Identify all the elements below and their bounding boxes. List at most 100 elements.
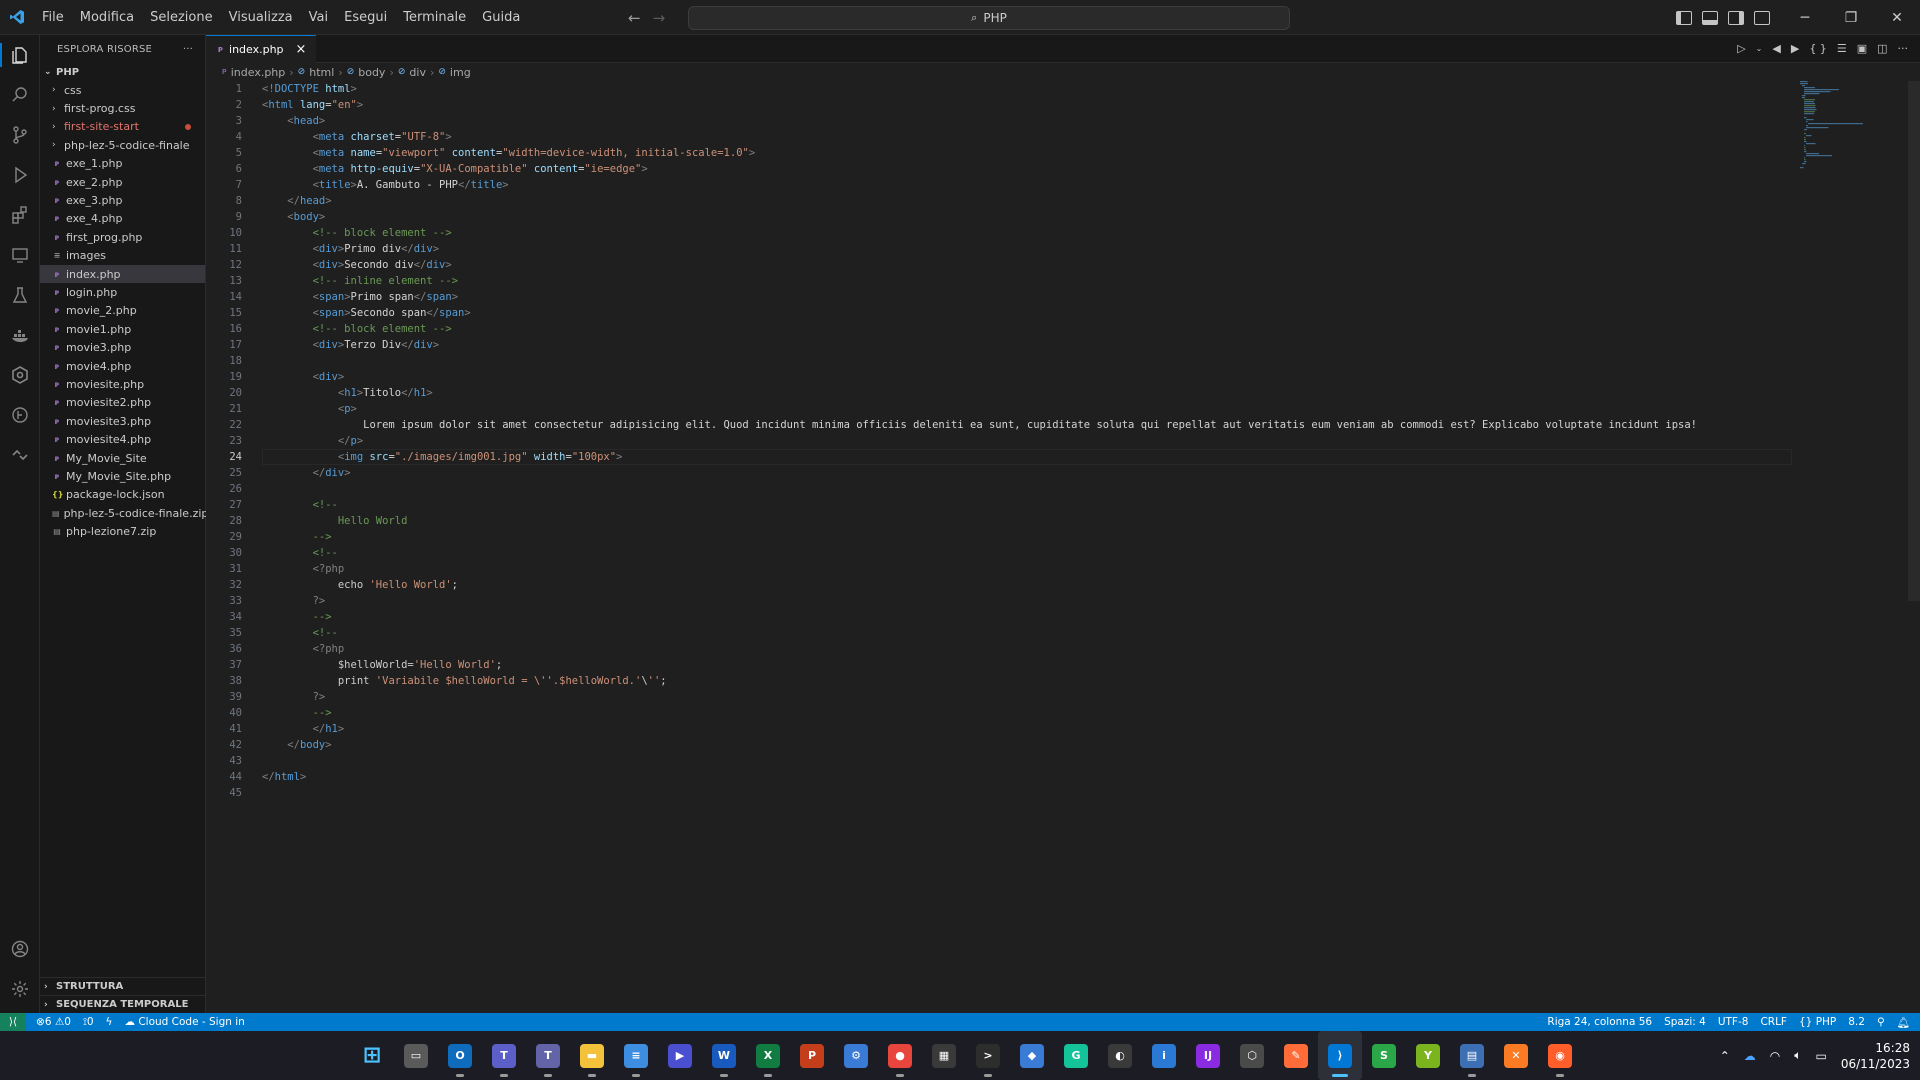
lightning-icon[interactable]: ϟ — [106, 1016, 113, 1028]
taskbar-xampp[interactable]: ✕ — [1494, 1031, 1538, 1080]
tree-folder[interactable]: › css — [40, 81, 205, 99]
code-line[interactable]: <img src="./images/img001.jpg" width="10… — [262, 449, 623, 465]
clock[interactable]: 16:28 06/11/2023 — [1841, 1040, 1910, 1072]
tree-file[interactable]: ᴘ My_Movie_Site — [40, 449, 205, 467]
code-line[interactable]: </head> — [262, 193, 331, 209]
code-line[interactable]: --> — [262, 609, 332, 625]
taskbar-notepad[interactable]: ≡ — [614, 1031, 658, 1080]
taskbar-word[interactable]: W — [702, 1031, 746, 1080]
code-line[interactable]: <body> — [262, 209, 325, 225]
tree-file[interactable]: ᴘ login.php — [40, 283, 205, 301]
code-line[interactable]: --> — [262, 705, 332, 721]
source-control-icon[interactable] — [0, 115, 40, 155]
tree-file[interactable]: ᴘ first_prog.php — [40, 228, 205, 246]
wifi-icon[interactable]: ◠ — [1770, 1049, 1780, 1063]
timeline-section[interactable]: › SEQUENZA TEMPORALE — [40, 995, 206, 1013]
next-change-icon[interactable]: ▶ — [1791, 42, 1799, 55]
battery-icon[interactable]: ▭ — [1815, 1049, 1826, 1063]
toggle-panel-icon[interactable] — [1702, 10, 1718, 25]
command-center-search[interactable]: ⌕ PHP — [688, 6, 1290, 30]
taskbar-grammarly[interactable]: G — [1054, 1031, 1098, 1080]
taskbar-terminal[interactable]: > — [966, 1031, 1010, 1080]
tree-file[interactable]: ▤ php-lez-5-codice-finale.zip — [40, 504, 208, 522]
taskbar-task-view[interactable]: ▭ — [394, 1031, 438, 1080]
taskbar-store[interactable]: ▦ — [922, 1031, 966, 1080]
code-line[interactable]: <div>Secondo div</div> — [262, 257, 452, 273]
taskbar-clipchamp[interactable]: ▶ — [658, 1031, 702, 1080]
code-line[interactable]: <!-- block element --> — [262, 321, 452, 337]
tree-file[interactable]: ᴘ exe_3.php — [40, 191, 205, 209]
testing-icon[interactable] — [0, 275, 40, 315]
code-line[interactable]: </h1> — [262, 721, 345, 737]
restore-button[interactable]: ❐ — [1828, 0, 1874, 35]
tree-file[interactable]: ᴘ exe_4.php — [40, 210, 205, 228]
taskbar-vscode[interactable]: ⟩ — [1318, 1031, 1362, 1080]
code-line[interactable]: <!-- — [262, 497, 338, 513]
php-version[interactable]: 8.2 — [1848, 1016, 1865, 1028]
tree-file[interactable]: ᴘ movie3.php — [40, 338, 205, 356]
menu-item-vai[interactable]: Vai — [301, 0, 336, 35]
menu-item-esegui[interactable]: Esegui — [336, 0, 395, 35]
vertical-scrollbar[interactable] — [1908, 81, 1920, 601]
tree-folder[interactable]: › php-lez-5-codice-finale — [40, 136, 205, 154]
explorer-icon[interactable] — [0, 35, 40, 75]
toggle-primary-sidebar-icon[interactable] — [1676, 10, 1692, 25]
cloud-code-status[interactable]: ☁ Cloud Code - Sign in — [124, 1016, 244, 1028]
notifications-bell-icon[interactable]: 🔔︎ — [1897, 1016, 1910, 1029]
breadcrumb-item[interactable]: div — [409, 66, 426, 79]
code-line[interactable]: print 'Variabile $helloWorld = \''.$hell… — [262, 673, 667, 689]
more-actions-button[interactable]: ··· — [183, 44, 193, 55]
code-line[interactable]: Lorem ipsum dolor sit amet consectetur a… — [262, 417, 1697, 433]
end-of-line[interactable]: CRLF — [1760, 1016, 1787, 1028]
feedback-icon[interactable]: ⚲ — [1877, 1016, 1885, 1028]
taskbar-virtualbox[interactable]: ⬡ — [1230, 1031, 1274, 1080]
account-icon[interactable] — [0, 929, 40, 969]
code-line[interactable]: <div>Terzo Div</div> — [262, 337, 439, 353]
menu-item-modifica[interactable]: Modifica — [72, 0, 142, 35]
breadcrumb-item[interactable]: img — [450, 66, 471, 79]
tree-file[interactable]: ᴘ movie_2.php — [40, 302, 205, 320]
close-tab-button[interactable]: × — [296, 42, 307, 57]
chevron-down-icon[interactable]: ⌄ — [1756, 44, 1763, 53]
tree-file[interactable]: ᴘ index.php — [40, 264, 205, 284]
previous-change-icon[interactable]: ◀ — [1772, 42, 1780, 55]
menu-item-visualizza[interactable]: Visualizza — [221, 0, 301, 35]
menu-item-file[interactable]: File — [34, 0, 72, 35]
volume-icon[interactable]: 🔈︎ — [1794, 1048, 1801, 1063]
code-line[interactable]: </body> — [262, 737, 331, 753]
code-line[interactable]: <h1>Titolo</h1> — [262, 385, 433, 401]
minimize-button[interactable]: ─ — [1782, 0, 1828, 35]
taskbar-chrome[interactable]: ● — [878, 1031, 922, 1080]
code-line[interactable]: <div>Primo div</div> — [262, 241, 439, 257]
tree-file[interactable]: ᴘ moviesite4.php — [40, 430, 205, 448]
code-line[interactable]: <meta charset="UTF-8"> — [262, 129, 452, 145]
code-line[interactable]: <head> — [262, 113, 325, 129]
language-mode[interactable]: {} PHP — [1799, 1016, 1836, 1028]
cursor-position[interactable]: Riga 24, colonna 56 — [1547, 1016, 1652, 1028]
ports-indicator[interactable]: ⟟0 — [83, 1016, 94, 1029]
code-line[interactable]: <title>A. Gambuto - PHP</title> — [262, 177, 509, 193]
outline-section[interactable]: › STRUTTURA — [40, 977, 206, 995]
taskbar-app-yellowgreen[interactable]: Y — [1406, 1031, 1450, 1080]
taskbar-file-explorer[interactable]: ▬ — [570, 1031, 614, 1080]
code-line[interactable]: <span>Secondo span</span> — [262, 305, 471, 321]
code-line[interactable]: <!-- inline element --> — [262, 273, 458, 289]
code-line[interactable]: <!-- — [262, 625, 338, 641]
breadcrumb-item[interactable]: index.php — [231, 66, 286, 79]
code-line[interactable]: <span>Primo span</span> — [262, 289, 458, 305]
breadcrumb-item[interactable]: html — [309, 66, 334, 79]
run-file-icon[interactable]: ▷ — [1737, 42, 1745, 55]
taskbar-app-blue[interactable]: i — [1142, 1031, 1186, 1080]
indentation[interactable]: Spazi: 4 — [1664, 1016, 1706, 1028]
tree-folder[interactable]: › first-prog.css — [40, 99, 205, 117]
tree-file[interactable]: ᴘ exe_2.php — [40, 173, 205, 191]
kubernetes-icon[interactable] — [0, 355, 40, 395]
onedrive-cloud-icon[interactable]: ☁ — [1744, 1049, 1756, 1063]
toggle-secondary-sidebar-icon[interactable] — [1728, 10, 1744, 25]
code-line[interactable]: <html lang="en"> — [262, 97, 363, 113]
more-actions-icon[interactable]: ··· — [1898, 42, 1909, 55]
taskbar-git[interactable]: ◆ — [1010, 1031, 1054, 1080]
code-line[interactable]: <!-- block element --> — [262, 225, 452, 241]
code-line[interactable]: ?> — [262, 689, 326, 705]
tree-file[interactable]: {} package-lock.json — [40, 486, 205, 504]
